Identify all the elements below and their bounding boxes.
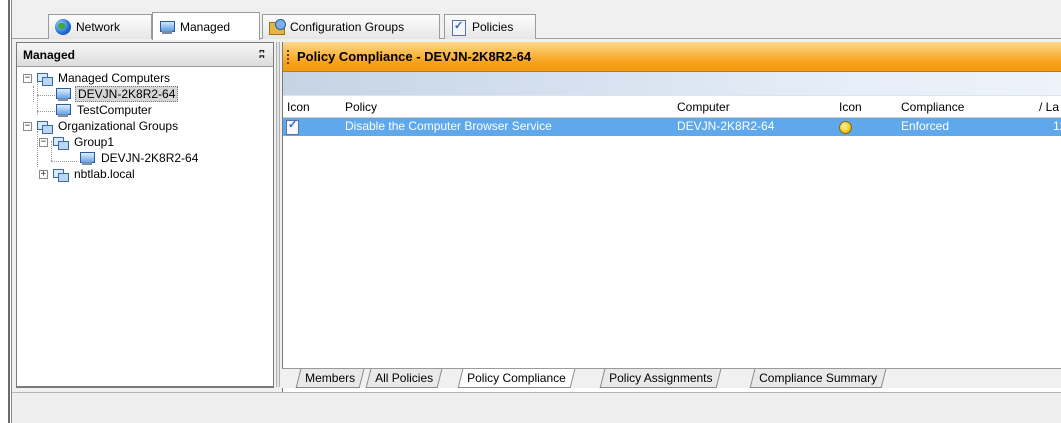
tab-compliance-summary-label: Compliance Summary (759, 371, 878, 385)
tab-policy-assignments[interactable]: Policy Assignments (599, 369, 722, 388)
tab-network-label: Network (76, 20, 121, 34)
computer-icon (79, 150, 95, 166)
tree-item-label: Organizational Groups (58, 119, 179, 133)
pin-icon[interactable]: ʭ (259, 49, 265, 61)
collapse-icon[interactable]: − (23, 73, 32, 83)
cell-computer: DEVJN-2K8R2-64 (677, 119, 775, 133)
tab-all-policies-label: All Policies (375, 371, 434, 385)
column-header-icon-2[interactable]: Icon (839, 100, 862, 114)
computer-icon (55, 86, 71, 102)
grid-header: Icon Policy Computer Icon Compliance / L… (283, 96, 1061, 118)
tab-managed[interactable]: Managed (152, 12, 260, 40)
pane-border (16, 386, 274, 388)
managed-pane-title: Managed (23, 47, 76, 62)
computer-icon (55, 102, 71, 118)
enforced-status-icon (839, 121, 852, 134)
group-by-band (283, 72, 1061, 96)
tree-item-devjn[interactable]: DEVJN-2K8R2-64 (17, 86, 273, 102)
policy-icon (451, 19, 467, 36)
top-tab-strip: Network Managed Configuration Groups Pol… (12, 0, 1061, 40)
policy-icon (285, 118, 301, 135)
tab-policy-compliance-label: Policy Compliance (467, 371, 566, 385)
tab-policy-assignments-label: Policy Assignments (609, 371, 713, 385)
collapse-icon[interactable]: − (39, 137, 48, 147)
tab-configuration-groups-label: Configuration Groups (290, 20, 405, 34)
column-header-icon[interactable]: Icon (287, 100, 310, 114)
tree-item-group1[interactable]: − Group1 (17, 134, 273, 150)
column-header-compliance[interactable]: Compliance (901, 100, 964, 114)
tree-item-group1-devjn[interactable]: DEVJN-2K8R2-64 (17, 150, 273, 166)
expand-icon[interactable]: + (39, 169, 48, 179)
tree-item-label: DEVJN-2K8R2-64 (101, 151, 199, 165)
tab-all-policies[interactable]: All Policies (365, 369, 443, 388)
table-row[interactable]: Disable the Computer Browser Service DEV… (283, 118, 1061, 136)
managed-pane-header: Managed ʭ (17, 43, 273, 67)
tab-policies[interactable]: Policies (444, 14, 536, 39)
status-bar (12, 392, 1061, 423)
tab-members-label: Members (305, 371, 356, 385)
tab-members[interactable]: Members (295, 369, 365, 388)
tab-configuration-groups[interactable]: Configuration Groups (262, 14, 440, 39)
tree-item-nbtlab[interactable]: + nbtlab.local (17, 166, 273, 182)
window-edge (0, 0, 12, 423)
computer-group-icon (36, 70, 53, 86)
column-header-policy[interactable]: Policy (345, 100, 377, 114)
policy-compliance-title: Policy Compliance - DEVJN-2K8R2-64 (297, 49, 532, 64)
tab-network[interactable]: Network (48, 14, 152, 39)
tree-item-label: nbtlab.local (74, 167, 135, 181)
bottom-tab-strip: Members All Policies Policy Compliance P… (282, 368, 1061, 388)
cell-last: 12 (1053, 119, 1061, 133)
tab-compliance-summary[interactable]: Compliance Summary (749, 369, 887, 388)
tab-managed-label: Managed (180, 19, 231, 34)
tree-item-label: DEVJN-2K8R2-64 (75, 86, 179, 102)
policy-compliance-pane: Policy Compliance - DEVJN-2K8R2-64 Icon … (282, 42, 1061, 392)
globe-icon (55, 19, 71, 35)
grip-icon (287, 50, 289, 64)
tree-item-label: Group1 (74, 135, 115, 149)
tree-item-label: TestComputer (77, 103, 152, 117)
managed-pane: Managed ʭ − Managed Computers DEVJN-2K8R… (16, 42, 274, 387)
cell-compliance: Enforced (901, 119, 950, 133)
computer-group-icon (36, 118, 53, 134)
computer-group-icon (52, 166, 69, 182)
column-header-computer[interactable]: Computer (677, 100, 730, 114)
tree-item-label: Managed Computers (58, 71, 171, 85)
collapse-icon[interactable]: − (23, 121, 32, 131)
cell-policy: Disable the Computer Browser Service (345, 119, 552, 133)
policy-compliance-header: Policy Compliance - DEVJN-2K8R2-64 (283, 42, 1061, 72)
application-window: Network Managed Configuration Groups Pol… (0, 0, 1061, 423)
tree-item-managed-computers[interactable]: − Managed Computers (17, 70, 273, 86)
configuration-groups-icon (269, 19, 286, 35)
tree-item-organizational-groups[interactable]: − Organizational Groups (17, 118, 273, 134)
tab-policy-compliance[interactable]: Policy Compliance (457, 369, 576, 388)
monitor-icon (159, 19, 175, 35)
tree-item-testcomputer[interactable]: TestComputer (17, 102, 273, 118)
computer-group-icon (52, 134, 69, 150)
column-header-last[interactable]: / La (1039, 100, 1059, 114)
pane-splitter[interactable] (276, 42, 280, 387)
tab-policies-label: Policies (472, 20, 514, 34)
managed-tree: − Managed Computers DEVJN-2K8R2-64 TestC… (17, 67, 273, 182)
